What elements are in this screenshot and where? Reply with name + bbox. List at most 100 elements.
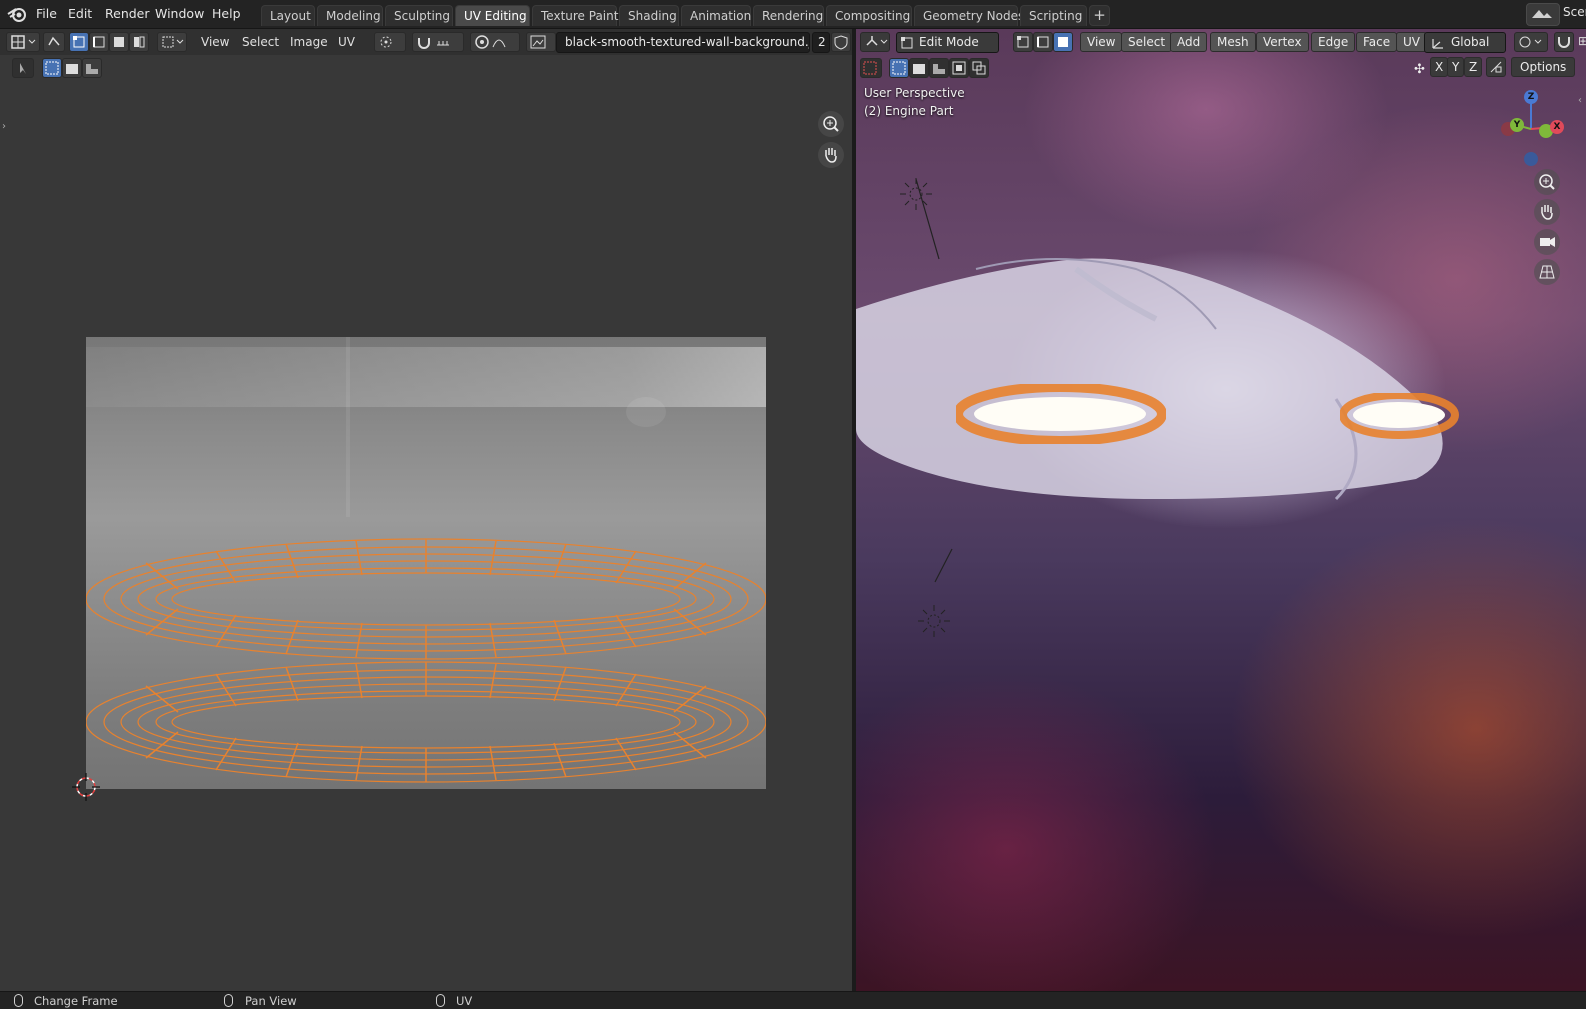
- uv-select-subtract-tool[interactable]: [82, 58, 102, 78]
- engine-exhaust-left[interactable]: [956, 384, 1166, 444]
- gizmo-z-axis[interactable]: Z: [1524, 90, 1538, 104]
- image-browse-button[interactable]: [526, 32, 556, 52]
- vp-zoom-button[interactable]: [1534, 169, 1560, 195]
- uv-menu-uv[interactable]: UV: [338, 35, 355, 49]
- menu-help[interactable]: Help: [212, 6, 241, 21]
- tool-settings-toggle[interactable]: [12, 58, 34, 78]
- magnet-icon: [1558, 37, 1570, 48]
- top-menu-bar: File Edit Render Window Help Layout Mode…: [0, 0, 1586, 29]
- scene-selector-button[interactable]: [1526, 3, 1560, 26]
- tab-uv-editing[interactable]: UV Editing: [455, 5, 530, 26]
- pivot-point-dropdown-3d[interactable]: [1514, 32, 1548, 52]
- vp-select-invert-button[interactable]: [949, 58, 969, 78]
- select-island-mode-button[interactable]: [129, 32, 149, 52]
- tab-texture-paint[interactable]: Texture Paint: [532, 5, 618, 26]
- menu-file[interactable]: File: [36, 6, 57, 21]
- uv-menu-select[interactable]: Select: [242, 35, 279, 49]
- viewport-header: Edit Mode View Select Add Mesh Vertex Ed…: [856, 29, 1586, 55]
- camera-view-button[interactable]: [1534, 229, 1560, 255]
- mirror-icon[interactable]: ✣: [1414, 62, 1425, 77]
- select-vertex-mode-button[interactable]: [69, 32, 89, 52]
- uv-island-overlay[interactable]: [86, 337, 766, 789]
- status-bar: Change Frame Pan View UV: [0, 991, 1586, 1009]
- tab-layout[interactable]: Layout: [261, 5, 315, 26]
- vp-menu-face[interactable]: Face: [1356, 32, 1398, 52]
- select-face-mode-button[interactable]: [109, 32, 129, 52]
- uv-zoom-button[interactable]: [818, 111, 844, 137]
- image-name-field[interactable]: black-smooth-textured-wall-background.jp…: [556, 32, 810, 53]
- add-workspace-button[interactable]: +: [1089, 5, 1110, 26]
- uv-editor-icon: [11, 35, 36, 49]
- vp-menu-select[interactable]: Select: [1121, 32, 1173, 52]
- snap-toggle[interactable]: [1554, 32, 1574, 52]
- mirror-z-toggle[interactable]: Z: [1464, 57, 1483, 77]
- tab-scripting[interactable]: Scripting: [1020, 5, 1087, 26]
- fake-user-button[interactable]: [831, 32, 851, 52]
- vp-face-select-button[interactable]: [1053, 32, 1073, 52]
- proportional-edit-icon: [475, 35, 506, 49]
- vp-select-subtract-button[interactable]: [929, 58, 949, 78]
- vp-menu-edge[interactable]: Edge: [1311, 32, 1356, 52]
- select-edge-mode-button[interactable]: [89, 32, 109, 52]
- face-select-icon: [114, 37, 124, 47]
- tab-geometry-nodes[interactable]: Geometry Nodes: [914, 5, 1024, 26]
- pivot-point-dropdown[interactable]: [374, 32, 406, 52]
- proportional-editing-dropdown[interactable]: [470, 32, 520, 52]
- sticky-selection-dropdown[interactable]: [157, 32, 187, 52]
- uv-menu-view[interactable]: View: [201, 35, 229, 49]
- menu-edit[interactable]: Edit: [68, 6, 92, 21]
- perspective-toggle-button[interactable]: [1534, 259, 1560, 285]
- mirror-x-toggle[interactable]: X: [1430, 57, 1449, 77]
- uv-editor: View Select Image UV black-smooth-textur…: [0, 29, 852, 991]
- vp-select-new-button[interactable]: [889, 58, 909, 78]
- options-dropdown[interactable]: Options: [1511, 57, 1576, 77]
- menu-render[interactable]: Render: [105, 6, 150, 21]
- auto-merge-toggle[interactable]: [1486, 57, 1506, 77]
- gizmo-x-axis[interactable]: X: [1550, 120, 1564, 134]
- viewport-editor-type-button[interactable]: [860, 32, 890, 52]
- navigation-gizmo[interactable]: Z Y X: [1496, 87, 1566, 167]
- 2d-cursor-icon[interactable]: [68, 769, 108, 809]
- vp-pan-button[interactable]: [1534, 199, 1560, 225]
- mirror-y-toggle[interactable]: Y: [1447, 57, 1465, 77]
- vp-select-extend-button[interactable]: [909, 58, 929, 78]
- menu-window[interactable]: Window: [155, 6, 204, 21]
- vp-menu-view[interactable]: View: [1080, 32, 1123, 52]
- snapping-dropdown[interactable]: [412, 32, 464, 52]
- vp-menu-add[interactable]: Add: [1170, 32, 1208, 52]
- tab-compositing[interactable]: Compositing: [826, 5, 912, 26]
- gizmo-y-axis[interactable]: Y: [1510, 118, 1524, 132]
- vp-edge-select-button[interactable]: [1033, 32, 1053, 52]
- uv-select-extend-tool[interactable]: [62, 58, 82, 78]
- toolbar-expand-arrow-icon[interactable]: ›: [2, 121, 6, 132]
- select-invert-icon: [952, 61, 966, 75]
- uv-select-box-tool[interactable]: [42, 58, 62, 78]
- 3d-viewport[interactable]: Edit Mode View Select Add Mesh Vertex Ed…: [856, 29, 1586, 991]
- sync-selection-toggle[interactable]: [43, 32, 65, 52]
- uv-canvas[interactable]: ›: [0, 55, 852, 991]
- tab-shading[interactable]: Shading: [619, 5, 679, 26]
- engine-exhaust-right[interactable]: [1340, 393, 1460, 439]
- blender-logo-icon[interactable]: [6, 5, 28, 23]
- tab-modeling[interactable]: Modeling: [317, 5, 383, 26]
- vp-vertex-select-button[interactable]: [1013, 32, 1033, 52]
- vp-menu-uv[interactable]: UV: [1396, 32, 1427, 52]
- editor-type-button[interactable]: [6, 32, 40, 52]
- tab-rendering[interactable]: Rendering: [753, 5, 824, 26]
- sidebar-expand-arrow-icon[interactable]: ‹: [1578, 95, 1582, 106]
- light-object-icon[interactable]: [896, 174, 936, 214]
- tab-sculpting[interactable]: Sculpting: [385, 5, 453, 26]
- select-subtract-icon: [86, 62, 98, 74]
- hand-icon: [825, 148, 837, 163]
- vp-select-tool-button[interactable]: [860, 58, 882, 78]
- snap-element-icon[interactable]: ⊞: [1578, 34, 1586, 48]
- uv-pan-button[interactable]: [818, 142, 844, 168]
- light-object-icon-2[interactable]: [914, 601, 954, 641]
- vp-select-intersect-button[interactable]: [969, 58, 989, 78]
- uv-menu-image[interactable]: Image: [290, 35, 328, 49]
- vp-menu-vertex[interactable]: Vertex: [1256, 32, 1309, 52]
- image-users-count[interactable]: 2: [812, 32, 830, 53]
- vp-menu-mesh[interactable]: Mesh: [1210, 32, 1256, 52]
- scene-name[interactable]: Scen: [1563, 5, 1586, 19]
- tab-animation[interactable]: Animation: [681, 5, 751, 26]
